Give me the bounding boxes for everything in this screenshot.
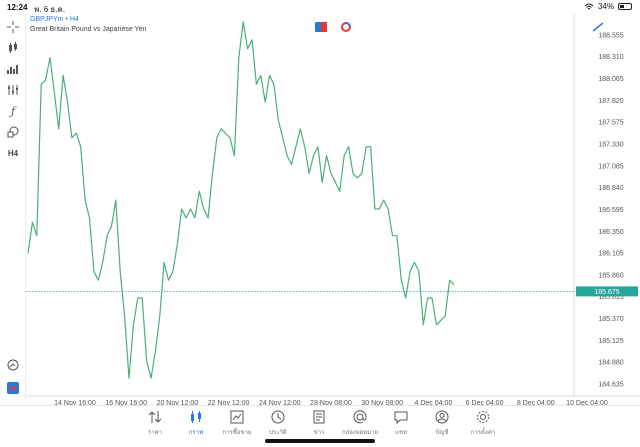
y-tick-label: 186.105 [598, 251, 623, 258]
history-icon [271, 410, 285, 424]
status-bar: 12:24 พ. 6 ธ.ค. 34% [0, 0, 640, 14]
chat-icon [394, 411, 408, 425]
y-tick-label: 187.575 [598, 120, 623, 127]
y-tick-label: 187.085 [598, 163, 623, 170]
chart-toolbar: ƒ H4 [0, 14, 26, 399]
app-logo-icon[interactable] [4, 379, 22, 397]
account-icon [435, 410, 449, 424]
y-tick-label: 187.330 [598, 141, 623, 148]
nav-label: การตั้งค่า [470, 430, 496, 436]
y-tick-label: 186.595 [598, 207, 623, 214]
nav-label: การซื้อขาย [222, 430, 252, 436]
nav-history[interactable]: ประวัติ [258, 409, 298, 439]
y-tick-label: 186.350 [598, 229, 623, 236]
mail-icon [353, 410, 367, 424]
home-indicator [265, 439, 375, 443]
battery-percent: 34% [597, 2, 614, 11]
status-time: 12:24 [7, 3, 28, 12]
nav-label: แชท [395, 430, 407, 436]
nav-mailbox[interactable]: กล่องจดหมาย [340, 409, 380, 439]
y-tick-label: 188.310 [598, 54, 623, 61]
current-price-label: 185.675 [594, 289, 619, 296]
nav-label: ประวัติ [269, 430, 287, 436]
nav-trade[interactable]: การซื้อขาย [217, 409, 257, 439]
y-tick-label: 185.370 [598, 316, 623, 323]
y-tick-label: 186.840 [598, 185, 623, 192]
y-tick-label: 184.635 [598, 381, 623, 388]
indicators-icon[interactable] [4, 60, 22, 78]
chart-area[interactable]: GBPJPYm • H4 Great Britain Pound vs Japa… [26, 14, 640, 409]
wifi-icon [584, 3, 594, 9]
nav-quotes[interactable]: ราคา [135, 409, 175, 439]
nav-settings[interactable]: การตั้งค่า [463, 409, 503, 439]
settings-icon [477, 411, 489, 423]
y-tick-label: 188.065 [598, 76, 623, 83]
news-icon [313, 410, 325, 424]
timeframe-button[interactable]: H4 [4, 144, 22, 162]
trade-icon [230, 410, 244, 424]
price-series-line [27, 21, 455, 379]
crosshair-icon[interactable] [4, 18, 22, 36]
settings-sliders-icon[interactable] [4, 81, 22, 99]
nav-label: กราฟ [188, 430, 204, 436]
shapes-icon[interactable] [4, 123, 22, 141]
nav-label: กล่องจดหมาย [341, 430, 379, 436]
search-icon[interactable] [4, 356, 22, 374]
y-tick-label: 188.555 [598, 32, 623, 39]
nav-news[interactable]: ข่าว [299, 409, 339, 439]
price-chart[interactable]: 188.555 188.310 188.065 187.820 187.575 187.3… [26, 14, 640, 409]
y-tick-label: 184.880 [598, 360, 623, 367]
nav-label: ราคา [148, 430, 162, 436]
chart-icon [191, 411, 201, 423]
status-right: 34% [584, 2, 632, 11]
battery-icon [618, 3, 632, 10]
quotes-icon [148, 411, 162, 423]
candles-icon[interactable] [4, 39, 22, 57]
function-icon[interactable]: ƒ [4, 102, 22, 120]
y-tick-label: 187.820 [598, 98, 623, 105]
nav-label: บัญชี [435, 430, 449, 436]
nav-chat[interactable]: แชท [381, 409, 421, 439]
nav-chart[interactable]: กราฟ [176, 409, 216, 439]
nav-account[interactable]: บัญชี [422, 409, 462, 439]
y-tick-label: 185.860 [598, 272, 623, 279]
nav-label: ข่าว [313, 430, 325, 436]
y-tick-label: 185.125 [598, 338, 623, 345]
